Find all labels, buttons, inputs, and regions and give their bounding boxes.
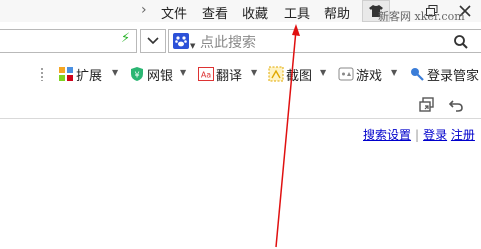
toolbar-translate[interactable]: Aa 翻译 <box>198 65 243 84</box>
register-link[interactable]: 注册 <box>451 128 475 142</box>
menu-file[interactable]: 文件 <box>161 3 187 22</box>
toolbar: 扩展 ▼ ¥ 网银 ▼ Aa 翻译 ▼ 截图 ▼ 游戏 ▼ 登录管家 <box>0 60 481 88</box>
search-placeholder[interactable]: 点此搜索 <box>200 32 256 52</box>
toolbar-netbank-label: 网银 <box>147 68 174 84</box>
toolbar-grip[interactable] <box>40 67 44 81</box>
netbank-caret-icon[interactable]: ▼ <box>180 68 186 77</box>
toolbar-game[interactable]: 游戏 <box>338 65 383 84</box>
page-top-links: 搜索设置 | 登录 注册 <box>363 126 475 143</box>
toolbar-login-manager-label: 登录管家 <box>427 68 480 84</box>
screenshot-icon <box>268 66 284 82</box>
shield-bank-icon: ¥ <box>129 66 145 82</box>
menu-help[interactable]: 帮助 <box>324 3 350 22</box>
chevron-down-icon <box>147 37 159 45</box>
extensions-caret-icon[interactable]: ▼ <box>112 68 118 77</box>
lightning-icon[interactable]: ⚡ <box>121 31 130 46</box>
menu-favorites[interactable]: 收藏 <box>242 3 268 22</box>
login-key-icon <box>409 66 425 82</box>
translate-icon: Aa <box>198 66 214 82</box>
toolbar-extensions-label: 扩展 <box>76 68 103 84</box>
watermark-text: 新客网 xker.com <box>378 10 465 23</box>
secondary-toolbar <box>0 93 481 117</box>
toolbar-translate-label: 翻译 <box>216 68 243 84</box>
login-link[interactable]: 登录 <box>423 128 447 142</box>
extensions-icon <box>58 66 74 82</box>
menu-view[interactable]: 查看 <box>202 3 228 22</box>
search-box[interactable]: ▼ 点此搜索 <box>168 29 481 53</box>
chevron-right-icon[interactable]: › <box>141 2 147 18</box>
link-divider: | <box>415 128 420 142</box>
game-caret-icon[interactable]: ▼ <box>391 68 397 77</box>
address-input[interactable] <box>0 29 137 53</box>
toolbar-netbank[interactable]: ¥ 网银 <box>129 65 174 84</box>
window-switch-icon[interactable] <box>419 97 435 117</box>
menu-bar: › 文件 查看 收藏 工具 帮助 新客网 xker.com <box>0 0 481 23</box>
toolbar-login-manager[interactable]: 登录管家 <box>409 65 480 84</box>
menu-tools[interactable]: 工具 <box>284 3 310 22</box>
address-dropdown-button[interactable] <box>140 29 166 53</box>
toolbar-screenshot-label: 截图 <box>286 68 313 84</box>
undo-icon[interactable] <box>448 97 464 117</box>
toolbar-extensions[interactable]: 扩展 <box>58 65 103 84</box>
toolbar-game-label: 游戏 <box>356 68 383 84</box>
toolbar-screenshot[interactable]: 截图 <box>268 65 313 84</box>
translate-caret-icon[interactable]: ▼ <box>251 68 257 77</box>
engine-caret-icon[interactable]: ▼ <box>190 42 195 50</box>
baidu-paw-icon[interactable] <box>173 33 189 49</box>
svg-text:¥: ¥ <box>134 71 139 80</box>
screenshot-caret-icon[interactable]: ▼ <box>320 68 326 77</box>
search-settings-link[interactable]: 搜索设置 <box>363 128 411 142</box>
game-icon <box>338 66 354 82</box>
search-icon[interactable] <box>452 33 470 51</box>
toolbar-divider <box>0 118 481 119</box>
svg-text:Aa: Aa <box>201 71 211 80</box>
address-row: ⚡ ▼ 点此搜索 <box>0 25 481 58</box>
